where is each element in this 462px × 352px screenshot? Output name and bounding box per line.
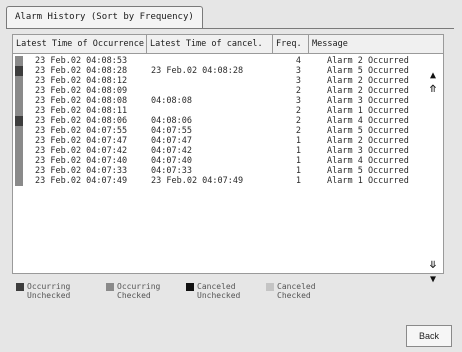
cell-frequency: 3 xyxy=(295,96,301,106)
header-latest-cancel[interactable]: Latest Time of cancel. xyxy=(147,35,273,53)
status-indicator xyxy=(15,156,23,166)
status-indicator xyxy=(15,116,23,126)
cell-canceled-time: 23 Feb.02 04:07:49 xyxy=(151,176,244,186)
cell-occurred-time: 23 Feb.02 04:08:08 xyxy=(35,96,128,106)
cell-frequency: 1 xyxy=(295,176,301,186)
status-indicator xyxy=(15,166,23,176)
double-chevron-down-icon: ⤋ xyxy=(428,260,438,271)
cell-frequency: 1 xyxy=(295,156,301,166)
cell-frequency: 2 xyxy=(295,126,301,136)
cell-frequency: 1 xyxy=(295,146,301,156)
table-row[interactable]: 23 Feb.02 04:08:09 2 Alarm 2 Occurred xyxy=(13,86,437,96)
cell-occurred-time: 23 Feb.02 04:08:28 xyxy=(35,66,128,76)
cell-message: Alarm 2 Occurred xyxy=(327,86,409,96)
table-body: 23 Feb.02 04:08:53 4 Alarm 2 Occurred 23 Fe… xyxy=(13,56,437,186)
cell-canceled-time: 04:07:55 xyxy=(151,126,192,136)
cell-message: Alarm 5 Occurred xyxy=(327,66,409,76)
cell-occurred-time: 23 Feb.02 04:07:55 xyxy=(35,126,128,136)
status-indicator xyxy=(15,126,23,136)
page-down-button[interactable]: ⤋ xyxy=(427,259,439,273)
cell-message: Alarm 2 Occurred xyxy=(327,76,409,86)
legend-swatch xyxy=(16,283,24,291)
cell-occurred-time: 23 Feb.02 04:08:09 xyxy=(35,86,128,96)
status-indicator xyxy=(15,56,23,66)
scroll-up-button[interactable]: ▲ xyxy=(427,69,439,83)
cell-canceled-time: 04:07:33 xyxy=(151,166,192,176)
cell-occurred-time: 23 Feb.02 04:08:11 xyxy=(35,106,128,116)
cell-frequency: 3 xyxy=(295,66,301,76)
cell-message: Alarm 5 Occurred xyxy=(327,166,409,176)
table-row[interactable]: 23 Feb.02 04:07:33 04:07:33 1 Alarm 5 Occur… xyxy=(13,166,437,176)
cell-frequency: 1 xyxy=(295,136,301,146)
cell-frequency: 4 xyxy=(295,56,301,66)
table-header: Latest Time of Occurrence Latest Time of… xyxy=(13,35,443,54)
cell-message: Alarm 3 Occurred xyxy=(327,96,409,106)
legend-swatch xyxy=(106,283,114,291)
cell-message: Alarm 2 Occurred xyxy=(327,136,409,146)
cell-canceled-time: 04:08:08 xyxy=(151,96,192,106)
cell-message: Alarm 4 Occurred xyxy=(327,156,409,166)
legend-swatch xyxy=(186,283,194,291)
table-row[interactable]: 23 Feb.02 04:07:40 04:07:40 1 Alarm 4 Occur… xyxy=(13,156,437,166)
status-indicator xyxy=(15,146,23,156)
table-row[interactable]: 23 Feb.02 04:07:42 04:07:42 1 Alarm 3 Occur… xyxy=(13,146,437,156)
cell-occurred-time: 23 Feb.02 04:08:06 xyxy=(35,116,128,126)
cell-occurred-time: 23 Feb.02 04:07:47 xyxy=(35,136,128,146)
status-indicator xyxy=(15,136,23,146)
cell-message: Alarm 5 Occurred xyxy=(327,126,409,136)
cell-message: Alarm 4 Occurred xyxy=(327,116,409,126)
cell-canceled-time: 04:07:40 xyxy=(151,156,192,166)
cell-canceled-time: 04:07:47 xyxy=(151,136,192,146)
table-row[interactable]: 23 Feb.02 04:08:53 4 Alarm 2 Occurred xyxy=(13,56,437,66)
header-message[interactable]: Message xyxy=(309,35,443,53)
cell-frequency: 2 xyxy=(295,106,301,116)
triangle-down-icon: ▼ xyxy=(429,274,437,285)
cell-message: Alarm 1 Occurred xyxy=(327,176,409,186)
tab-underline xyxy=(6,28,454,29)
cell-occurred-time: 23 Feb.02 04:07:40 xyxy=(35,156,128,166)
cell-message: Alarm 3 Occurred xyxy=(327,146,409,156)
cell-canceled-time: 23 Feb.02 04:08:28 xyxy=(151,66,244,76)
status-indicator xyxy=(15,66,23,76)
table-row[interactable]: 23 Feb.02 04:08:06 04:08:06 2 Alarm 4 Occur… xyxy=(13,116,437,126)
tab-alarm-history[interactable]: Alarm History (Sort by Frequency) xyxy=(6,6,203,28)
status-indicator xyxy=(15,106,23,116)
status-indicator xyxy=(15,76,23,86)
table-row[interactable]: 23 Feb.02 04:08:12 3 Alarm 2 Occurred xyxy=(13,76,437,86)
back-button[interactable]: Back xyxy=(406,325,452,347)
header-frequency[interactable]: Freq. xyxy=(273,35,309,53)
scroll-down-button[interactable]: ▼ xyxy=(427,273,439,287)
cell-frequency: 3 xyxy=(295,76,301,86)
status-indicator xyxy=(15,86,23,96)
tab-label: Alarm History (Sort by Frequency) xyxy=(15,12,194,22)
cell-frequency: 1 xyxy=(295,166,301,176)
page-up-button[interactable]: ⤊ xyxy=(427,83,439,97)
table-row[interactable]: 23 Feb.02 04:08:08 04:08:08 3 Alarm 3 Occur… xyxy=(13,96,437,106)
table-row[interactable]: 23 Feb.02 04:07:49 23 Feb.02 04:07:49 1 Ala… xyxy=(13,176,437,186)
table-row[interactable]: 23 Feb.02 04:07:47 04:07:47 1 Alarm 2 Occur… xyxy=(13,136,437,146)
table-row[interactable]: 23 Feb.02 04:07:55 04:07:55 2 Alarm 5 Occur… xyxy=(13,126,437,136)
header-latest-occurrence[interactable]: Latest Time of Occurrence xyxy=(13,35,147,53)
table-row[interactable]: 23 Feb.02 04:08:11 2 Alarm 1 Occurred xyxy=(13,106,437,116)
alarm-history-table: Latest Time of Occurrence Latest Time of… xyxy=(12,34,444,285)
cell-canceled-time: 04:08:06 xyxy=(151,116,192,126)
cell-message: Alarm 1 Occurred xyxy=(327,106,409,116)
cell-canceled-time: 04:07:42 xyxy=(151,146,192,156)
cell-occurred-time: 23 Feb.02 04:07:33 xyxy=(35,166,128,176)
cell-frequency: 2 xyxy=(295,86,301,96)
double-chevron-up-icon: ⤊ xyxy=(428,84,438,95)
table-row[interactable]: 23 Feb.02 04:08:28 23 Feb.02 04:08:28 3 Ala… xyxy=(13,66,437,76)
cell-frequency: 2 xyxy=(295,116,301,126)
status-indicator xyxy=(15,96,23,106)
cell-message: Alarm 2 Occurred xyxy=(327,56,409,66)
status-indicator xyxy=(15,176,23,186)
cell-occurred-time: 23 Feb.02 04:08:53 xyxy=(35,56,128,66)
cell-occurred-time: 23 Feb.02 04:07:49 xyxy=(35,176,128,186)
cell-occurred-time: 23 Feb.02 04:07:42 xyxy=(35,146,128,156)
cell-occurred-time: 23 Feb.02 04:08:12 xyxy=(35,76,128,86)
triangle-up-icon: ▲ xyxy=(429,70,437,81)
legend-swatch xyxy=(266,283,274,291)
